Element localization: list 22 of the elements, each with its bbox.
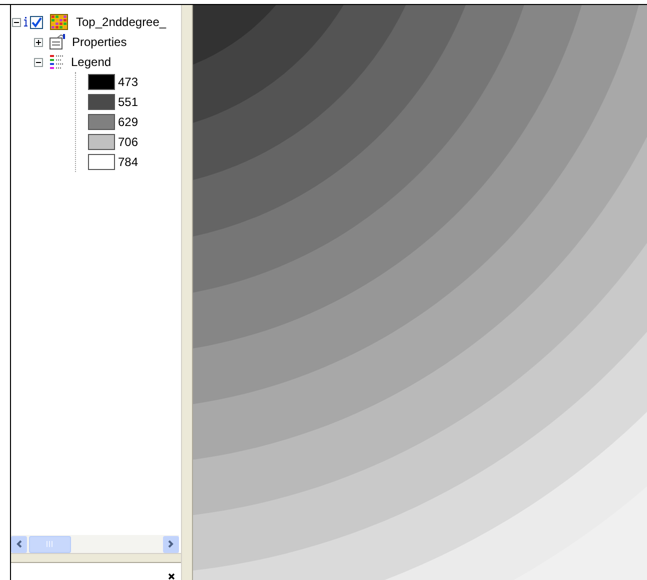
info-icon <box>23 17 28 27</box>
legend-label: 551 <box>118 95 138 109</box>
legend-icon <box>49 54 65 70</box>
legend-label: 706 <box>118 135 138 149</box>
scroll-thumb[interactable] <box>29 536 71 552</box>
close-icon[interactable] <box>168 573 175 580</box>
horizontal-scrollbar[interactable] <box>11 535 179 553</box>
legend-label: 473 <box>118 75 138 89</box>
plus-icon <box>35 38 42 46</box>
tree-item[interactable]: Legend <box>71 55 112 69</box>
legend-label: 629 <box>118 115 138 129</box>
scroll-left-button[interactable] <box>11 536 27 552</box>
properties-icon <box>49 34 66 50</box>
legend-label: 784 <box>118 155 138 169</box>
layer-name[interactable]: Top_2nddegree_ <box>76 15 166 29</box>
visibility-checkbox[interactable] <box>30 16 43 28</box>
expand-toggle[interactable] <box>34 38 43 46</box>
tree-item[interactable]: Properties <box>72 35 127 49</box>
scroll-right-button[interactable] <box>163 536 179 552</box>
raster-icon <box>50 14 68 30</box>
collapse-toggle[interactable] <box>12 18 21 26</box>
collapse-toggle[interactable] <box>34 58 43 66</box>
